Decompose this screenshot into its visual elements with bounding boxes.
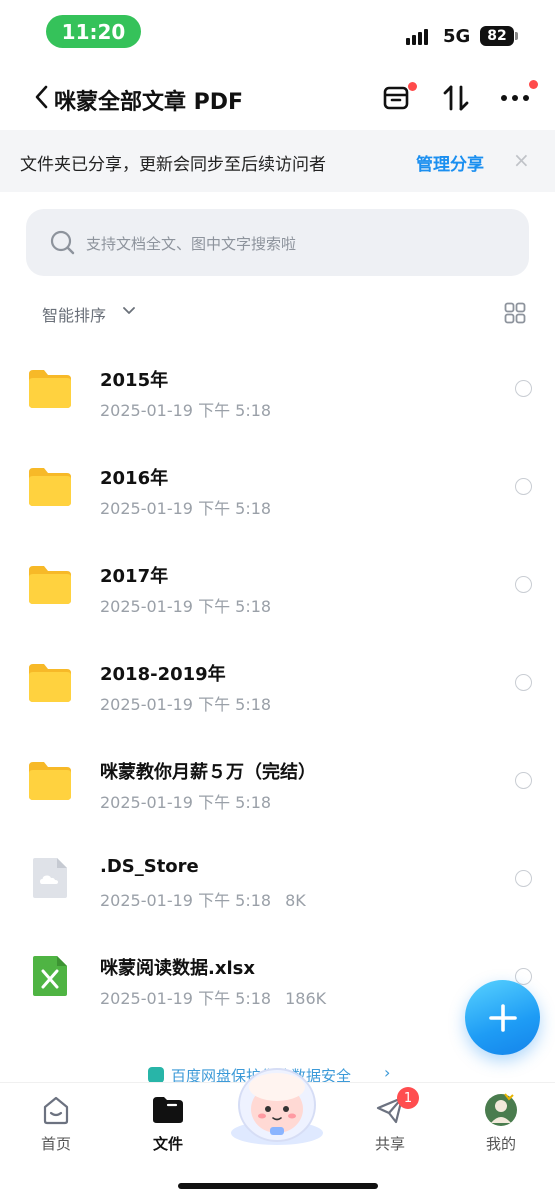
file-meta: 2025-01-19 下午 5:18 186K	[100, 985, 326, 1009]
cloud-file-icon	[33, 858, 67, 898]
file-date: 2025-01-19 下午 5:18	[100, 989, 272, 1008]
file-date: 2025-01-19 下午 5:18	[100, 793, 272, 812]
avatar-icon	[484, 1093, 518, 1127]
send-icon: 1	[373, 1087, 419, 1127]
folder-icon	[29, 762, 71, 800]
battery-icon: 82	[480, 26, 518, 46]
select-checkbox[interactable]	[515, 674, 532, 691]
tab-label: 共享	[374, 1135, 405, 1153]
file-row[interactable]: .DS_Store 2025-01-19 下午 5:18 8K	[0, 832, 555, 930]
folder-icon	[29, 566, 71, 604]
sort-row: 智能排序	[0, 298, 555, 328]
manage-share-link[interactable]: 管理分享	[416, 150, 484, 175]
file-date: 2025-01-19 下午 5:18	[100, 401, 272, 420]
sort-arrows-icon	[443, 85, 469, 111]
file-meta: 2025-01-19 下午 5:18	[100, 593, 271, 617]
status-bar: 11:20 5G 82	[0, 0, 555, 62]
file-date: 2025-01-19 下午 5:18	[100, 695, 272, 714]
tab-me[interactable]: 我的	[461, 1093, 541, 1163]
file-name: 2017年	[100, 566, 169, 587]
file-name: .DS_Store	[100, 856, 199, 877]
select-checkbox[interactable]	[515, 870, 532, 887]
home-indicator	[178, 1183, 378, 1189]
tab-files[interactable]: 文件	[128, 1093, 208, 1163]
select-checkbox[interactable]	[515, 478, 532, 495]
file-row[interactable]: 2015年 2025-01-19 下午 5:18	[0, 342, 555, 440]
excel-file-icon	[33, 956, 67, 996]
file-name: 2016年	[100, 468, 169, 489]
file-meta: 2025-01-19 下午 5:18	[100, 789, 271, 813]
bottom-tab-bar: 首页 文件 1 共享 我的	[0, 1068, 555, 1200]
back-button[interactable]	[30, 82, 52, 112]
file-name: 2015年	[100, 370, 169, 391]
sort-dropdown[interactable]: 智能排序	[42, 302, 106, 326]
tab-label: 首页	[40, 1135, 71, 1153]
file-meta: 2025-01-19 下午 5:18 8K	[100, 887, 306, 911]
file-name: 2018-2019年	[100, 664, 226, 685]
share-banner: 文件夹已分享，更新会同步至后续访问者 管理分享 ×	[0, 130, 555, 192]
search-placeholder: 支持文档全文、图中文字搜索啦	[86, 235, 297, 253]
chevron-left-icon	[35, 85, 48, 109]
search-icon	[50, 230, 76, 256]
grid-view-icon[interactable]	[504, 302, 526, 324]
nav-header: 咪蒙全部文章 PDF	[0, 70, 555, 126]
plus-icon	[488, 1003, 517, 1032]
add-button[interactable]	[465, 980, 540, 1055]
tab-home[interactable]: 首页	[16, 1093, 96, 1163]
chevron-right-icon: ›	[384, 1063, 391, 1082]
home-icon	[39, 1093, 73, 1127]
search-input[interactable]: 支持文档全文、图中文字搜索啦	[26, 209, 529, 276]
file-size: 8K	[285, 891, 306, 910]
file-date: 2025-01-19 下午 5:18	[100, 891, 272, 910]
select-checkbox[interactable]	[515, 380, 532, 397]
file-row[interactable]: 2017年 2025-01-19 下午 5:18	[0, 538, 555, 636]
notification-dot	[408, 82, 417, 91]
page-title: 咪蒙全部文章 PDF	[54, 90, 244, 115]
unread-badge: 1	[397, 1087, 419, 1109]
notification-dot	[529, 80, 538, 89]
archive-box-icon	[383, 86, 409, 110]
file-row[interactable]: 2016年 2025-01-19 下午 5:18	[0, 440, 555, 538]
network-label: 5G	[443, 26, 471, 47]
file-name: 咪蒙阅读数据.xlsx	[100, 958, 255, 979]
baidu-netdisk-logo-icon	[148, 1067, 164, 1083]
file-size: 186K	[285, 989, 327, 1008]
chevron-down-icon[interactable]	[122, 306, 136, 316]
transfer-button[interactable]	[438, 80, 474, 116]
tab-label: 文件	[152, 1135, 183, 1153]
close-icon[interactable]: ×	[513, 148, 530, 172]
mascot-assistant-button[interactable]	[228, 1063, 326, 1145]
file-meta: 2025-01-19 下午 5:18	[100, 691, 271, 715]
mascot-icon	[231, 1068, 323, 1145]
file-meta: 2025-01-19 下午 5:18	[100, 397, 271, 421]
file-row[interactable]: 2018-2019年 2025-01-19 下午 5:18	[0, 636, 555, 734]
select-checkbox[interactable]	[515, 576, 532, 593]
file-name: 咪蒙教你月薪５万（完结）	[100, 762, 316, 783]
more-button[interactable]	[497, 80, 538, 116]
select-checkbox[interactable]	[515, 772, 532, 789]
tab-label: 我的	[485, 1135, 516, 1153]
share-notice-text: 文件夹已分享，更新会同步至后续访问者	[20, 155, 326, 175]
recycle-bin-button[interactable]	[378, 80, 417, 116]
file-meta: 2025-01-19 下午 5:18	[100, 495, 271, 519]
file-list: 2015年 2025-01-19 下午 5:18 2016年 2025-01-1…	[0, 342, 555, 1028]
folder-icon	[29, 664, 71, 702]
folder-icon	[29, 468, 71, 506]
file-date: 2025-01-19 下午 5:18	[100, 597, 272, 616]
file-row[interactable]: 咪蒙教你月薪５万（完结） 2025-01-19 下午 5:18	[0, 734, 555, 832]
file-date: 2025-01-19 下午 5:18	[100, 499, 272, 518]
folder-tab-icon	[151, 1093, 185, 1127]
signal-icon	[406, 28, 428, 45]
more-dots-icon	[501, 95, 529, 101]
tab-share[interactable]: 1 共享	[350, 1087, 430, 1163]
folder-icon	[29, 370, 71, 408]
status-time: 11:20	[46, 15, 141, 48]
